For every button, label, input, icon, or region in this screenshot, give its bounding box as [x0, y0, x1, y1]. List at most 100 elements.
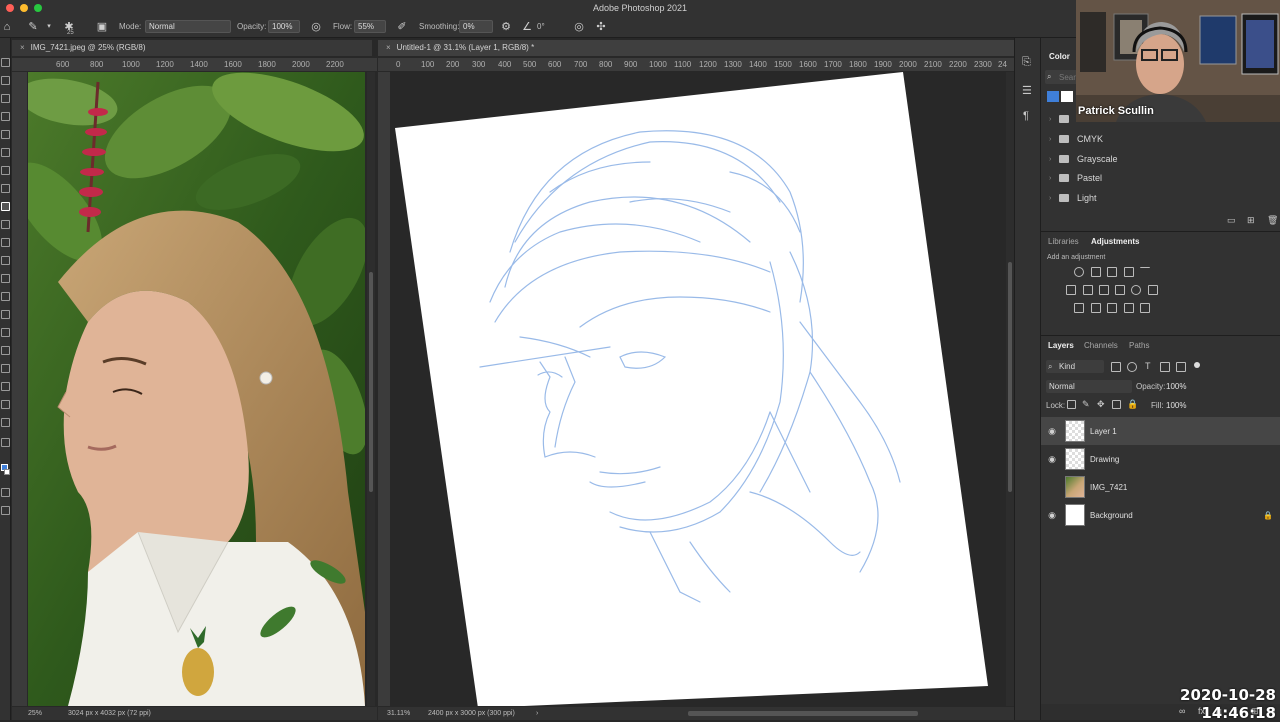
filter-type-icon[interactable]: T	[1145, 361, 1151, 371]
pressure-opacity-icon[interactable]: ◎	[309, 20, 323, 34]
layer-opacity-field[interactable]: 100%	[1166, 382, 1186, 391]
lock-position-icon[interactable]: ✥	[1097, 399, 1105, 410]
tab-adjustments[interactable]: Adjustments	[1091, 237, 1139, 246]
path-select-tool-icon[interactable]	[1, 364, 10, 373]
eraser-tool-icon[interactable]	[1, 256, 10, 265]
quick-mask-icon[interactable]	[1, 488, 10, 497]
symmetry-icon[interactable]: ✣	[594, 20, 608, 34]
lock-artboard-icon[interactable]	[1112, 400, 1121, 409]
zoom-level[interactable]: 25%	[28, 707, 42, 720]
channel-mixer-icon[interactable]	[1131, 285, 1141, 295]
posterize-icon[interactable]	[1091, 303, 1101, 313]
horizontal-scrollbar-thumb[interactable]	[688, 711, 918, 716]
move-tool-icon[interactable]	[1, 58, 10, 67]
layer-name[interactable]: Background	[1090, 511, 1133, 520]
gradient-tool-icon[interactable]	[1, 274, 10, 283]
brush-tool-icon[interactable]: ✎	[26, 20, 40, 34]
invert-icon[interactable]	[1074, 303, 1084, 313]
tab-channels[interactable]: Channels	[1084, 341, 1118, 350]
angle-value[interactable]: 0°	[537, 22, 545, 31]
shape-tool-icon[interactable]	[1, 382, 10, 391]
black-white-icon[interactable]	[1099, 285, 1109, 295]
drawing-canvas[interactable]	[390, 72, 1006, 706]
trash-icon[interactable]: 🗑	[1267, 215, 1278, 226]
new-swatch-icon[interactable]: ⊞	[1247, 215, 1255, 226]
type-tool-icon[interactable]	[1, 346, 10, 355]
scrollbar-thumb[interactable]	[1008, 262, 1012, 492]
document-tab-sketch[interactable]: × Untitled-1 @ 31.1% (Layer 1, RGB/8) *	[378, 40, 1014, 56]
filter-toggle-icon[interactable]	[1194, 362, 1200, 368]
chevron-down-icon[interactable]: ▾	[42, 20, 56, 34]
filter-adjustment-icon[interactable]	[1127, 362, 1137, 372]
marquee-tool-icon[interactable]	[1, 76, 10, 85]
brush-tool-active-icon[interactable]	[1, 202, 10, 211]
frame-tool-icon[interactable]	[1, 148, 10, 157]
gradient-map-icon[interactable]	[1124, 303, 1134, 313]
exposure-icon[interactable]	[1124, 267, 1134, 277]
layer-row-img-7421[interactable]: ◉ IMG_7421	[1041, 473, 1280, 501]
layer-name[interactable]: IMG_7421	[1090, 483, 1127, 492]
levels-icon[interactable]	[1091, 267, 1101, 277]
zoom-level[interactable]: 31.11%	[387, 707, 410, 720]
chevron-right-icon[interactable]: ›	[536, 707, 538, 720]
eye-icon[interactable]: ◉	[1041, 454, 1063, 465]
tab-libraries[interactable]: Libraries	[1048, 237, 1079, 246]
scrollbar-thumb[interactable]	[369, 272, 373, 492]
lock-all-icon[interactable]: 🔒	[1127, 399, 1138, 410]
tab-layers[interactable]: Layers	[1048, 341, 1074, 350]
layer-row-layer-1[interactable]: ◉ Layer 1	[1041, 417, 1280, 445]
minimize-window-button[interactable]	[20, 4, 28, 12]
tab-color[interactable]: Color	[1049, 52, 1070, 61]
color-lookup-icon[interactable]	[1148, 285, 1158, 295]
foreground-swatch[interactable]	[1047, 91, 1059, 102]
layer-name[interactable]: Layer 1	[1090, 427, 1117, 436]
flow-field[interactable]: 55%	[354, 20, 386, 33]
opacity-field[interactable]: 100%	[268, 20, 300, 33]
lock-transparency-icon[interactable]	[1067, 400, 1076, 409]
layer-filter-select[interactable]: ⌕ Kind	[1046, 360, 1104, 373]
gear-icon[interactable]: ⚙	[499, 20, 513, 34]
history-brush-tool-icon[interactable]	[1, 238, 10, 247]
eye-icon[interactable]: ◉	[1041, 510, 1063, 521]
vertical-scrollbar[interactable]	[1006, 72, 1014, 706]
layer-name[interactable]: Drawing	[1090, 455, 1119, 464]
background-color-swatch[interactable]	[4, 469, 10, 475]
tab-paths[interactable]: Paths	[1129, 341, 1149, 350]
home-icon[interactable]: ⌂	[0, 20, 14, 34]
zoom-window-button[interactable]	[34, 4, 42, 12]
vibrance-icon[interactable]	[1140, 267, 1150, 277]
swatch-group-light[interactable]: › Light	[1049, 193, 1097, 203]
hue-saturation-icon[interactable]	[1066, 285, 1076, 295]
color-balance-icon[interactable]	[1083, 285, 1093, 295]
pressure-size-icon[interactable]: ◎	[572, 20, 586, 34]
smoothing-field[interactable]: 0%	[459, 20, 493, 33]
vertical-scrollbar[interactable]	[367, 72, 375, 706]
hand-tool-icon[interactable]	[1, 400, 10, 409]
filter-smart-object-icon[interactable]	[1176, 362, 1186, 372]
zoom-tool-icon[interactable]	[1, 418, 10, 427]
filter-pixel-icon[interactable]	[1111, 362, 1121, 372]
layer-fill-field[interactable]: 100%	[1166, 401, 1186, 410]
selective-color-icon[interactable]	[1140, 303, 1150, 313]
new-group-icon[interactable]: ▭	[1227, 215, 1236, 226]
layer-row-drawing[interactable]: ◉ Drawing	[1041, 445, 1280, 473]
paragraph-panel-icon[interactable]: ¶	[1023, 110, 1029, 122]
eye-icon[interactable]: ◉	[1041, 426, 1063, 437]
blend-mode-select[interactable]: Normal	[1046, 380, 1132, 393]
lock-pixels-icon[interactable]: ✎	[1082, 399, 1090, 410]
edit-toolbar-icon[interactable]	[1, 438, 10, 447]
brightness-contrast-icon[interactable]	[1074, 267, 1084, 277]
photo-filter-icon[interactable]	[1115, 285, 1125, 295]
blur-tool-icon[interactable]	[1, 292, 10, 301]
close-tab-icon[interactable]: ×	[20, 43, 25, 52]
history-panel-icon[interactable]: ⎘	[1022, 56, 1031, 69]
clone-stamp-tool-icon[interactable]	[1, 220, 10, 229]
background-swatch[interactable]	[1061, 91, 1073, 102]
properties-panel-icon[interactable]: ☰	[1022, 84, 1032, 97]
quick-select-tool-icon[interactable]	[1, 112, 10, 121]
swatch-group-pastel[interactable]: › Pastel	[1049, 173, 1102, 183]
crop-tool-icon[interactable]	[1, 130, 10, 139]
swatch-group-grayscale[interactable]: › Grayscale	[1049, 154, 1118, 164]
curves-icon[interactable]	[1107, 267, 1117, 277]
close-window-button[interactable]	[6, 4, 14, 12]
